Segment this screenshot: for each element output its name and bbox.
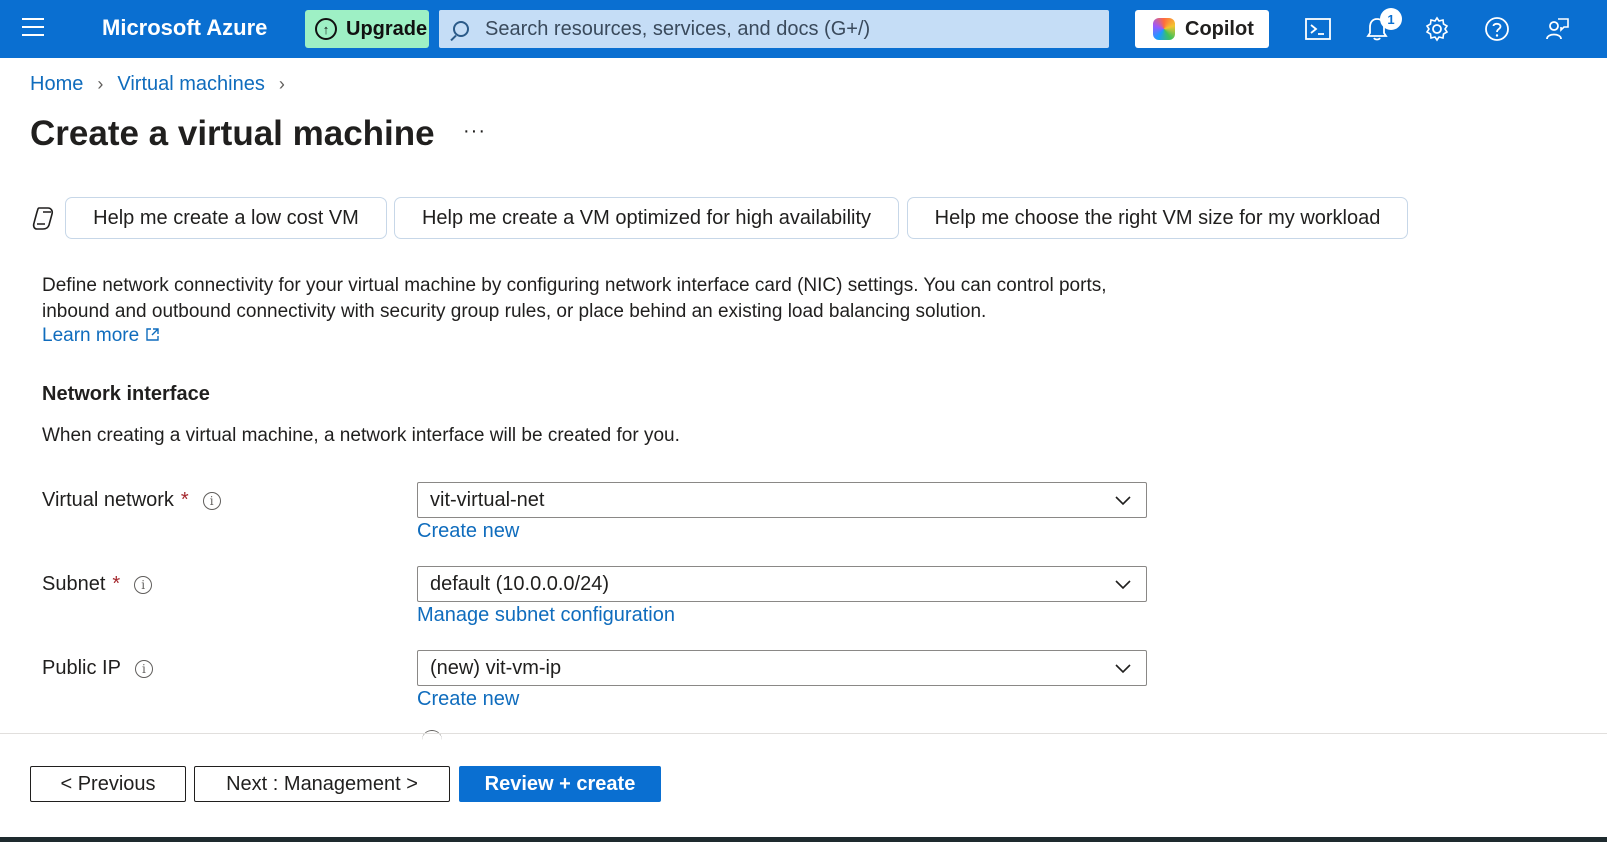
network-description: Define network connectivity for your vir… (42, 275, 1107, 322)
search-input[interactable] (485, 17, 1085, 41)
cloud-shell-icon[interactable] (1303, 14, 1333, 44)
settings-gear-icon[interactable] (1422, 14, 1452, 44)
previous-button[interactable]: < Previous (30, 766, 186, 802)
upgrade-button[interactable]: ↑ Upgrade (305, 10, 429, 48)
menu-icon[interactable] (22, 18, 48, 40)
virtual-network-label-text: Virtual network (42, 489, 174, 511)
breadcrumb-virtual-machines[interactable]: Virtual machines (117, 73, 264, 96)
copilot-button[interactable]: Copilot (1135, 10, 1269, 48)
subnet-label-text: Subnet (42, 573, 106, 595)
breadcrumb-chevron-icon: › (97, 74, 104, 94)
chevron-down-icon (1115, 496, 1131, 506)
manage-subnet-configuration-link[interactable]: Manage subnet configuration (417, 604, 675, 627)
chevron-down-icon (1115, 580, 1131, 590)
breadcrumb-home[interactable]: Home (30, 73, 83, 96)
breadcrumb: Home › Virtual machines › (30, 73, 299, 96)
public-ip-value: (new) vit-vm-ip (430, 656, 562, 679)
footer-divider (0, 733, 1607, 734)
taskbar-strip (0, 837, 1607, 842)
notification-badge: 1 (1380, 8, 1402, 30)
search-box[interactable] (439, 10, 1109, 48)
brand-title[interactable]: Microsoft Azure (102, 15, 267, 41)
section-title-network-interface: Network interface (42, 383, 210, 405)
external-link-icon (145, 327, 160, 346)
learn-more-label: Learn more (42, 325, 140, 346)
virtual-network-label: Virtual network * i (42, 489, 221, 512)
learn-more-link[interactable]: Learn more (42, 325, 160, 347)
virtual-network-dropdown[interactable]: vit-virtual-net (417, 482, 1147, 518)
public-ip-dropdown[interactable]: (new) vit-vm-ip (417, 650, 1147, 686)
search-icon (453, 21, 469, 37)
more-options-icon[interactable]: ··· (463, 120, 486, 143)
review-create-button[interactable]: Review + create (459, 766, 661, 802)
next-management-button[interactable]: Next : Management > (194, 766, 450, 802)
required-asterisk: * (180, 489, 189, 511)
section-description: When creating a virtual machine, a netwo… (42, 425, 680, 446)
public-ip-label: Public IP i (42, 657, 153, 680)
upgrade-label: Upgrade (346, 17, 428, 40)
top-bar: Microsoft Azure ↑ Upgrade Copilot 1 (0, 0, 1607, 58)
virtual-network-value: vit-virtual-net (430, 488, 545, 511)
copilot-icon (1153, 18, 1175, 40)
page-title: Create a virtual machine (30, 114, 435, 153)
public-ip-label-text: Public IP (42, 657, 121, 679)
copilot-label: Copilot (1185, 17, 1254, 40)
radio-button-partial[interactable] (422, 730, 442, 740)
subnet-label: Subnet * i (42, 573, 153, 596)
subnet-value: default (10.0.0.0/24) (430, 572, 610, 595)
prompt-low-cost-vm[interactable]: Help me create a low cost VM (65, 197, 387, 239)
info-icon[interactable]: i (134, 659, 153, 678)
feedback-icon[interactable] (1542, 14, 1572, 44)
copilot-prompt-icon (31, 205, 57, 231)
upgrade-arrow-icon: ↑ (315, 18, 337, 40)
chevron-down-icon (1115, 664, 1131, 674)
subnet-dropdown[interactable]: default (10.0.0.0/24) (417, 566, 1147, 602)
breadcrumb-chevron-icon: › (278, 74, 285, 94)
public-ip-create-new-link[interactable]: Create new (417, 688, 519, 711)
info-icon[interactable]: i (134, 575, 153, 594)
prompt-vm-size[interactable]: Help me choose the right VM size for my … (907, 197, 1408, 239)
help-icon[interactable] (1482, 14, 1512, 44)
info-icon[interactable]: i (202, 491, 221, 510)
virtual-network-create-new-link[interactable]: Create new (417, 520, 519, 543)
prompt-high-availability[interactable]: Help me create a VM optimized for high a… (394, 197, 899, 239)
required-asterisk: * (112, 573, 121, 595)
